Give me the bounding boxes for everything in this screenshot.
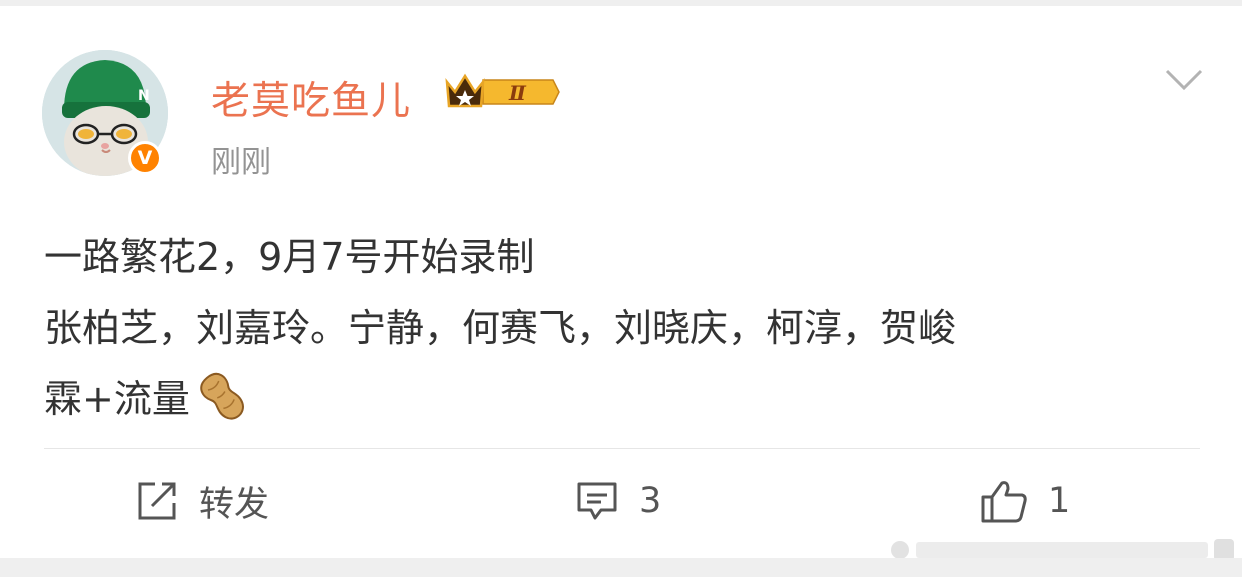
chevron-down-icon[interactable] xyxy=(1164,68,1204,92)
content-line-last: 霖+流量 xyxy=(44,364,1204,435)
repost-button[interactable]: 转发 xyxy=(135,476,269,526)
content-text: 霖+流量 xyxy=(44,377,190,421)
post-timestamp: 刚刚 xyxy=(211,145,271,180)
comment-button[interactable]: 3 xyxy=(575,476,661,526)
username[interactable]: 老莫吃鱼儿 xyxy=(211,70,411,126)
weibo-post-card: N V 老莫吃鱼儿 Ⅱ 刚刚 一路繁花2，9月7号开始录制 张柏芝，刘嘉玲。宁静… xyxy=(0,6,1242,561)
bottom-gap xyxy=(0,558,1242,577)
repost-label: 转发 xyxy=(199,484,270,525)
thumbs-up-icon xyxy=(980,477,1028,525)
post-content: 一路繁花2，9月7号开始录制 张柏芝，刘嘉玲。宁静，何赛飞，刘晓庆，柯淳，贺峻 … xyxy=(44,222,1204,435)
divider xyxy=(44,448,1200,449)
level-label: Ⅱ xyxy=(508,81,527,105)
avatar[interactable]: N V xyxy=(42,50,168,176)
like-button[interactable]: 1 xyxy=(980,476,1070,526)
comment-count: 3 xyxy=(639,481,662,521)
like-count: 1 xyxy=(1048,481,1071,521)
content-line: 一路繁花2，9月7号开始录制 xyxy=(44,235,535,279)
content-line: 张柏芝，刘嘉玲。宁静，何赛飞，刘晓庆，柯淳，贺峻 xyxy=(44,306,957,350)
svg-text:N: N xyxy=(138,88,150,104)
peanut-emoji-icon xyxy=(194,368,252,426)
vip-level-badge[interactable]: Ⅱ xyxy=(443,70,561,118)
share-edit-icon xyxy=(135,479,179,523)
crown-icon xyxy=(445,73,485,108)
comment-bubble-icon xyxy=(575,479,619,523)
verified-badge: V xyxy=(128,141,162,175)
